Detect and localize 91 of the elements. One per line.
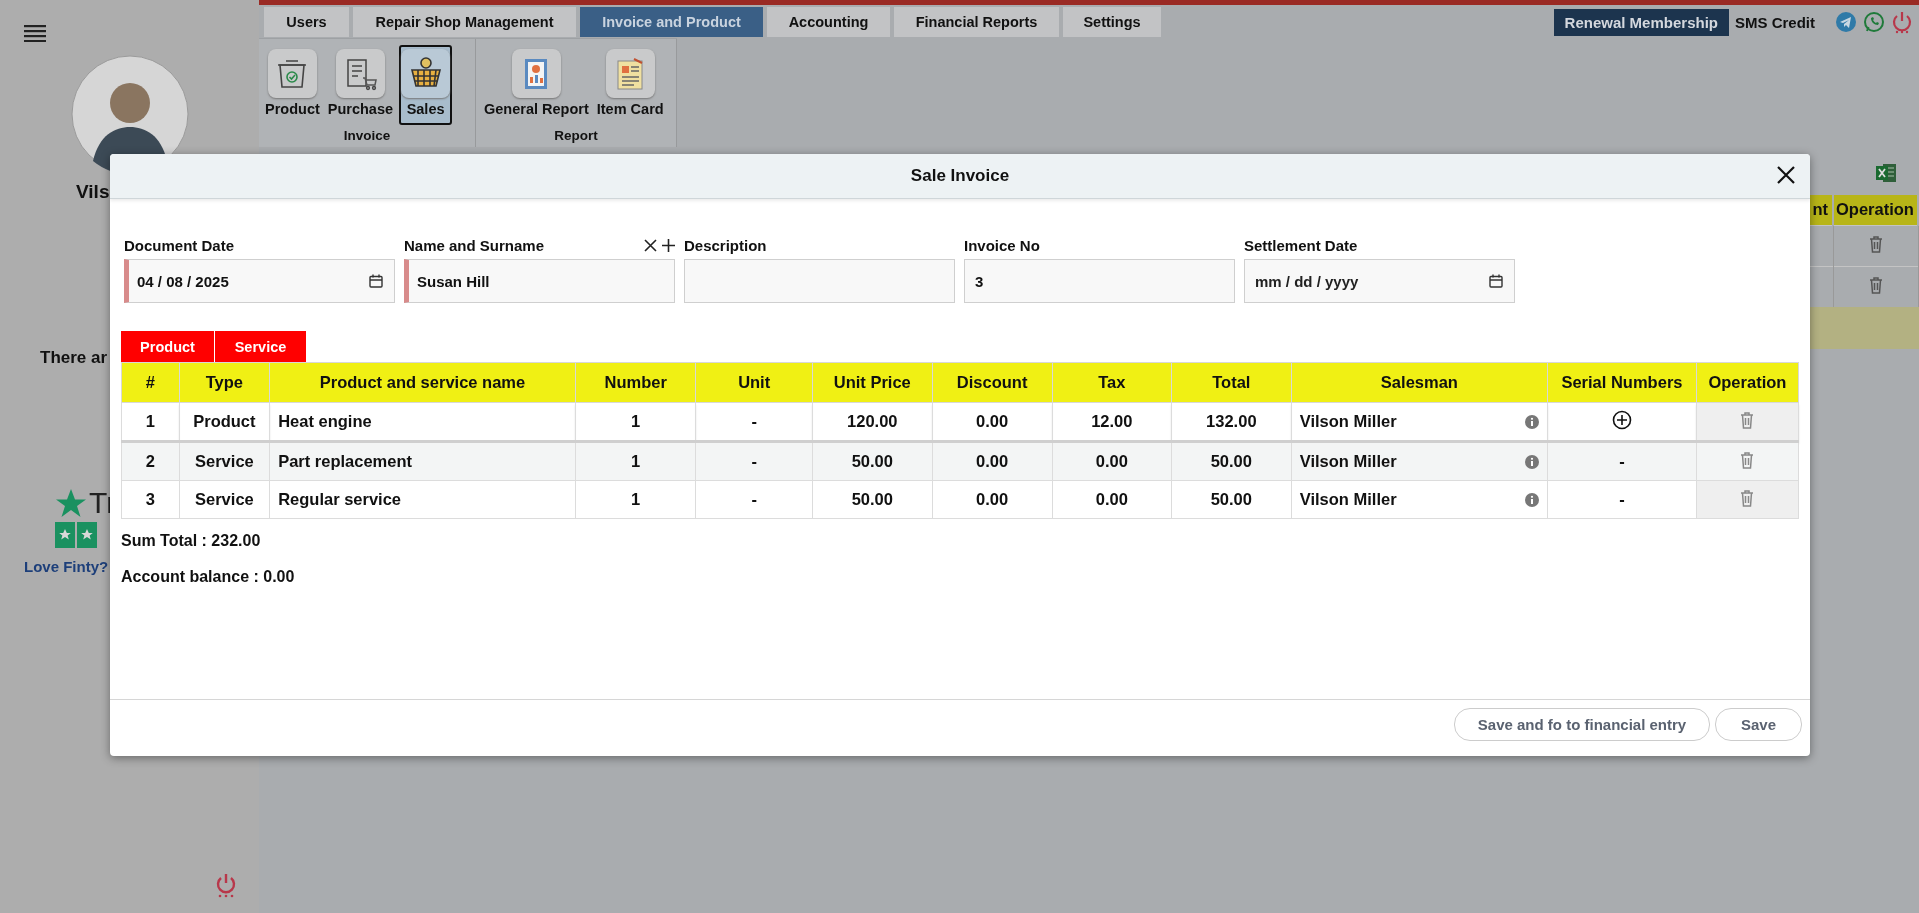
nav-tab[interactable]: Financial Reports [894,7,1059,37]
table-cell: Part replacement [269,441,576,481]
salesman-name: Vilson Miller [1299,452,1397,471]
column-header: Unit Price [812,362,933,403]
column-header: Unit [695,362,813,403]
nav-tab[interactable]: Invoice and Product [580,7,763,37]
sum-total: Sum Total : 232.00 [121,532,262,550]
salesman-name: Vilson Miller [1299,490,1397,509]
group-label: Invoice [342,127,392,145]
item-tab[interactable]: Product [121,331,214,362]
table-cell: Service [179,480,270,519]
clear-icon[interactable] [644,238,657,252]
table-cell: 0.00 [1052,480,1172,519]
column-header: Tax [1052,362,1172,403]
info-icon[interactable] [1525,414,1540,429]
nav-tab[interactable]: Users [264,7,349,37]
trash-icon[interactable] [1739,410,1756,429]
column-header: Discount [932,362,1053,403]
table-cell: 50.00 [812,480,933,519]
spreadsheet-icon[interactable] [1875,162,1897,184]
ribbon-button[interactable]: General Report [482,45,591,125]
table-cell: - [695,441,813,481]
user-name: Vils [76,181,110,203]
input-field[interactable]: Susan Hill [404,259,675,303]
input-field[interactable] [684,259,955,303]
menu-icon[interactable] [24,24,46,42]
table-cell: 0.00 [932,441,1053,481]
field-label: Document Date [124,236,235,254]
group-label: Report [553,127,599,145]
sms-credit-label: SMS Credit [1735,13,1815,31]
ribbon-button[interactable]: Item Card [594,45,666,125]
nav-tab[interactable]: Settings [1063,7,1161,37]
table-cell: - [1547,441,1697,481]
field-label: Description [684,236,767,254]
item-tab[interactable]: Service [215,331,306,362]
column-header: Number [575,362,696,403]
power-icon[interactable] [214,872,238,898]
save-and-continue-button[interactable]: Save and fo to financial entry [1454,708,1710,741]
salesman-name: Vilson Miller [1299,412,1397,431]
ribbon-button[interactable]: Sales [399,45,453,125]
column-header: Product and service name [269,362,576,403]
date-field[interactable]: 04 / 08 / 2025 [124,259,395,303]
table-cell: 2 [121,441,180,481]
ribbon-button[interactable]: Purchase [325,45,396,125]
field-label: Name and Surname [404,236,545,254]
column-header: Operation [1696,362,1799,403]
column-header: Total [1171,362,1292,403]
table-cell: 0.00 [932,480,1053,519]
dialog-title: Sale Invoice [910,166,1010,186]
table-cell: - [695,480,813,519]
renewal-button[interactable]: Renewal Membership [1553,8,1729,36]
trash-icon[interactable] [1739,488,1756,507]
plus-circle-icon[interactable] [1611,409,1632,430]
table-cell: Service [179,441,270,481]
column-header: Operation [1833,195,1918,225]
date-field[interactable]: mm / dd / yyyy [1244,259,1515,303]
table-cell: 50.00 [1171,441,1292,481]
table-cell: 50.00 [812,441,933,481]
table-cell: 1 [575,441,696,481]
table-cell: 0.00 [1052,441,1172,481]
field-label: Invoice No [964,236,1040,254]
chat-phone-icon[interactable] [1863,11,1885,33]
trash-icon[interactable] [1739,450,1756,469]
power-icon[interactable] [1891,10,1913,34]
notice-text: There ar [40,348,108,368]
info-icon[interactable] [1525,454,1540,469]
column-header: Salesman [1291,362,1548,403]
field-label: Settlement Date [1244,236,1358,254]
table-cell: Regular service [269,480,576,519]
paper-plane-icon[interactable] [1835,11,1857,33]
table-cell: 3 [121,480,180,519]
trash-icon[interactable] [1867,234,1884,253]
column-header: Serial Numbers [1547,362,1697,403]
nav-tab[interactable]: Repair Shop Management [353,7,576,37]
calendar-icon[interactable] [1489,274,1503,288]
table-cell: 1 [575,480,696,519]
save-button[interactable]: Save [1715,708,1802,741]
table-cell: 50.00 [1171,480,1292,519]
info-icon[interactable] [1525,492,1540,507]
account-balance: Account balance : 0.00 [121,568,296,586]
plus-icon[interactable] [662,238,675,252]
table-cell: - [1547,480,1697,519]
column-header: Type [179,362,270,403]
love-link[interactable]: Love Finty? [24,558,109,575]
calendar-icon[interactable] [369,274,383,288]
trash-icon[interactable] [1867,275,1884,294]
star-icon [55,488,87,518]
nav-tab[interactable]: Accounting [767,7,890,37]
column-header: # [121,362,180,403]
rating-stars-drawing [55,522,97,548]
input-field[interactable]: 3 [964,259,1235,303]
